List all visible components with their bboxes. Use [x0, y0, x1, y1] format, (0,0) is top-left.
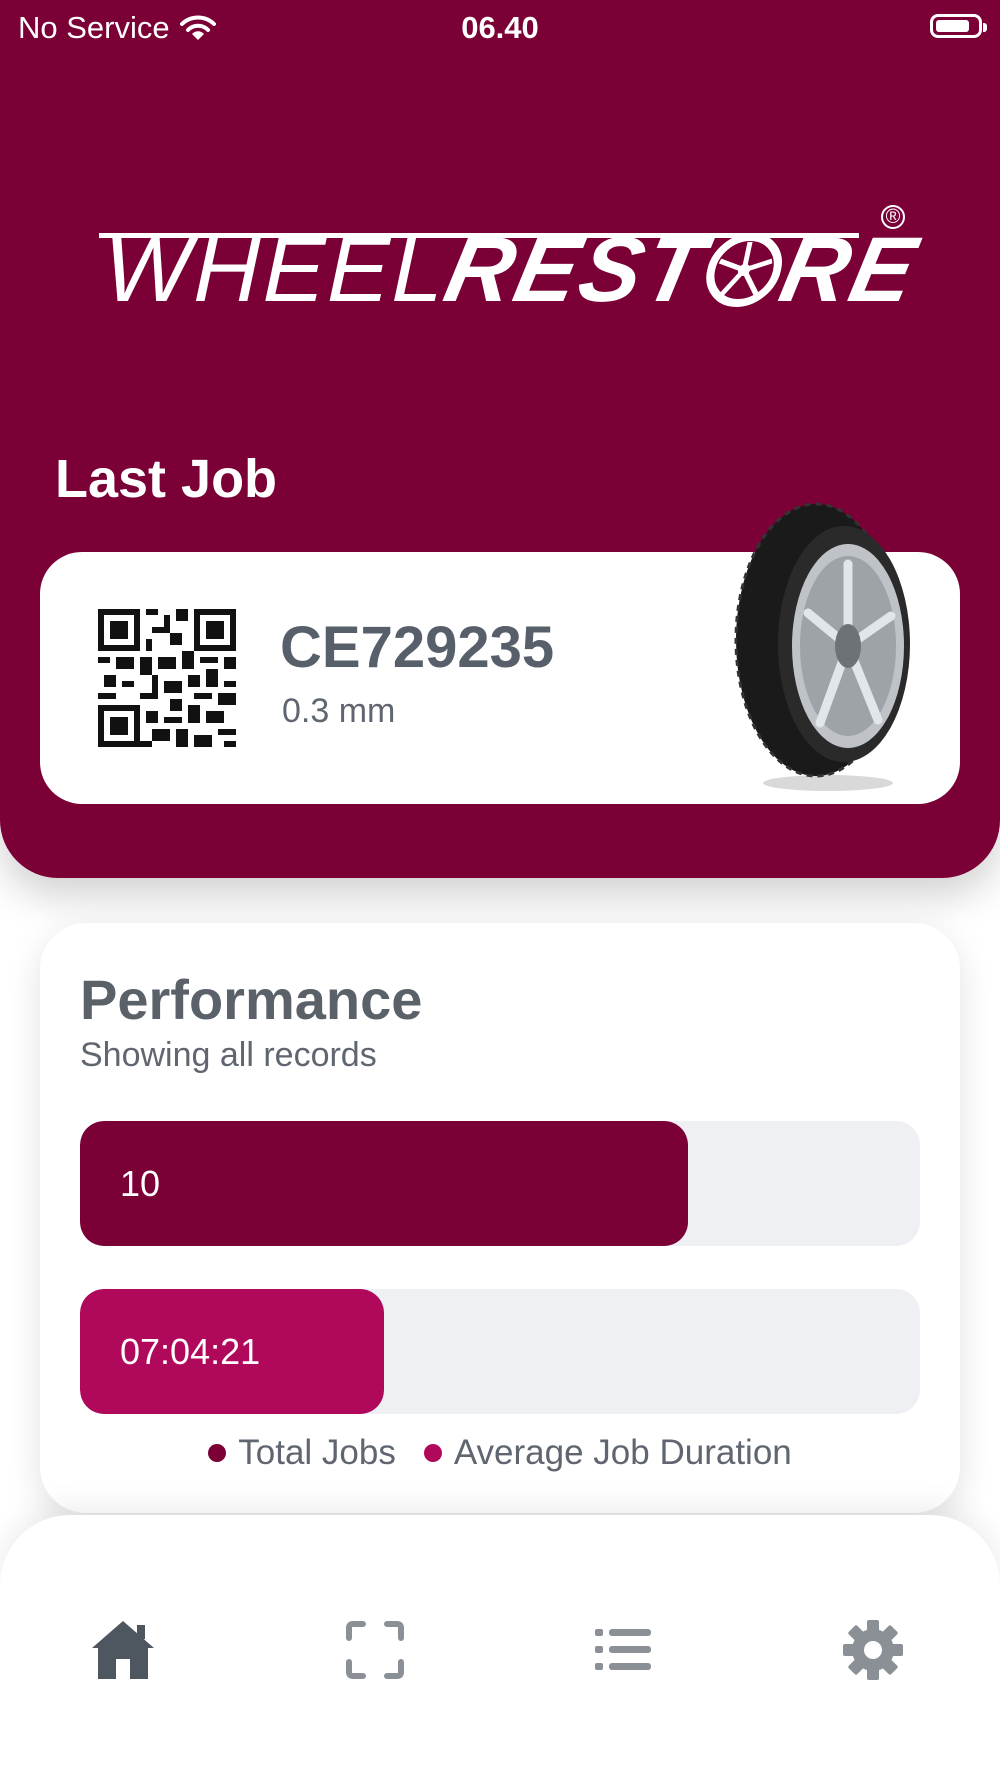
nav-scan-button[interactable]	[340, 1615, 410, 1685]
performance-title: Performance	[80, 968, 423, 1031]
status-bar: No Service 06.40	[0, 0, 1000, 56]
nav-settings-button[interactable]	[838, 1615, 908, 1685]
registered-mark: ®	[881, 205, 905, 229]
legend-dot-avg-duration	[423, 1444, 442, 1462]
home-icon	[92, 1621, 154, 1679]
logo-text-wheel: WHEEL	[94, 219, 459, 321]
avg-duration-bar: 07:04:21	[80, 1289, 920, 1414]
logo-wordmark: WHEELREST RE	[94, 218, 928, 323]
performance-card: Performance Showing all records 10 07:04…	[40, 923, 960, 1513]
job-id: CE729235	[280, 615, 555, 680]
legend-dot-total-jobs	[208, 1444, 227, 1462]
list-icon	[595, 1629, 651, 1670]
legend-label-avg-duration: Average Job Duration	[453, 1433, 792, 1472]
chart-legend: Total Jobs Average Job Duration	[40, 1433, 960, 1473]
logo-text-re: RE	[771, 219, 928, 321]
wheel-o-icon	[705, 233, 782, 307]
qr-code-icon	[98, 609, 236, 747]
header-panel: WHEELREST RE ® Last Job CE729235 0.3 mm	[0, 0, 1000, 878]
wheelrestore-logo: WHEELREST RE ®	[94, 200, 927, 330]
total-jobs-bar-fill	[80, 1121, 689, 1246]
nav-home-button[interactable]	[88, 1615, 158, 1685]
job-depth: 0.3 mm	[282, 692, 396, 730]
battery-icon	[930, 14, 987, 38]
scan-icon	[346, 1621, 404, 1679]
last-job-heading: Last Job	[55, 449, 278, 509]
clock: 06.40	[461, 10, 539, 45]
logo-text-rest: REST	[436, 219, 716, 321]
legend-total-jobs: Total Jobs	[208, 1433, 396, 1473]
total-jobs-value: 10	[120, 1163, 161, 1204]
legend-label-total-jobs: Total Jobs	[238, 1433, 396, 1472]
avg-duration-value: 07:04:21	[120, 1331, 261, 1372]
bottom-nav	[0, 1515, 1000, 1778]
gear-icon	[843, 1620, 903, 1680]
nav-list-button[interactable]	[588, 1615, 658, 1685]
legend-avg-duration: Average Job Duration	[423, 1433, 792, 1473]
tire-image	[734, 502, 910, 791]
total-jobs-bar: 10	[80, 1121, 920, 1246]
performance-subtitle: Showing all records	[80, 1036, 377, 1074]
